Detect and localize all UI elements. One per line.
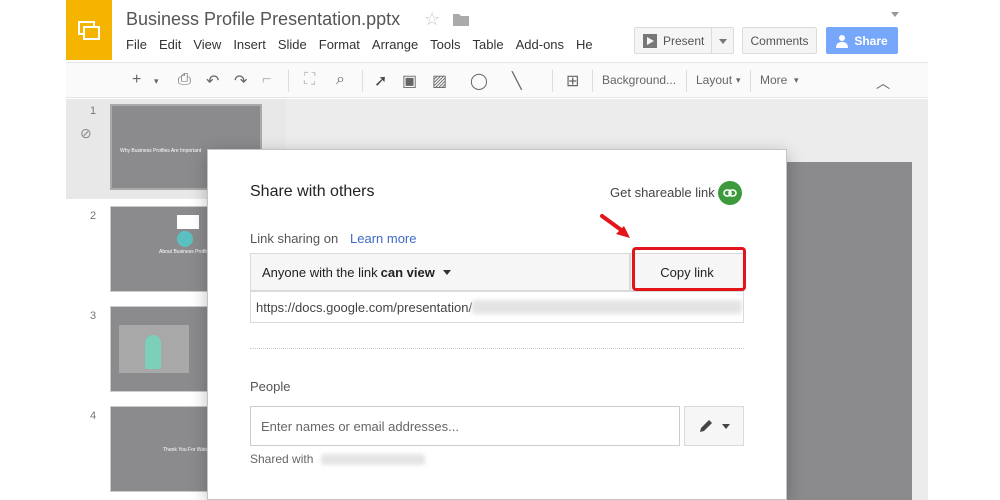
line-icon[interactable]: ╲ — [512, 71, 522, 91]
slides-logo-icon[interactable] — [66, 0, 112, 60]
red-arrow-icon — [600, 214, 630, 238]
people-input[interactable]: Enter names or email addresses... — [250, 406, 680, 446]
menu-slide[interactable]: Slide — [278, 37, 307, 52]
people-label: People — [250, 379, 291, 394]
slide-number: 4 — [90, 410, 97, 422]
undo-icon[interactable]: ↶ — [206, 71, 219, 91]
toolbar-divider — [750, 70, 751, 92]
shape-icon[interactable]: ◯ — [470, 71, 488, 91]
slide-link-icon: ⊘ — [80, 125, 92, 141]
add-comment-icon[interactable]: ⊞ — [566, 71, 579, 91]
slide-thumbnail-logo — [177, 215, 199, 229]
learn-more-link[interactable]: Learn more — [350, 231, 416, 246]
menu-help[interactable]: He — [576, 37, 593, 52]
menu-view[interactable]: View — [193, 37, 221, 52]
layout-chevron-down-icon[interactable]: ▾ — [736, 75, 741, 86]
present-button[interactable]: Present — [634, 27, 734, 54]
get-shareable-link-button[interactable]: Get shareable link — [610, 185, 715, 200]
chevron-down-icon — [442, 269, 451, 275]
link-icon[interactable] — [718, 181, 742, 205]
new-slide-chevron-down-icon[interactable]: ▾ — [154, 76, 159, 87]
screenshot-frame: Business Profile Presentation.pptx ☆ Fil… — [0, 0, 1000, 500]
new-slide-plus-icon[interactable]: + — [132, 71, 141, 89]
toolbar-divider — [362, 70, 363, 92]
menu-table[interactable]: Table — [473, 37, 504, 52]
print-icon[interactable]: ⎙ — [178, 71, 191, 89]
share-url-text: https://docs.google.com/presentation/ — [256, 299, 473, 315]
present-options-chevron-down-icon[interactable] — [719, 39, 727, 44]
share-dialog: Share with others Get shareable link Lin… — [207, 149, 787, 500]
menu-insert[interactable]: Insert — [233, 37, 266, 52]
present-label: Present — [663, 33, 705, 48]
access-prefix: Anyone with the link — [262, 264, 378, 280]
slide-thumbnail-badge — [177, 231, 193, 247]
collapse-toolbar-chevron-up-icon[interactable]: ︿ — [876, 73, 890, 93]
slide-number: 2 — [90, 210, 97, 222]
slide-thumbnail-title: About Business Profile — [159, 249, 210, 255]
play-icon — [643, 33, 657, 48]
person-icon — [836, 34, 849, 48]
menu-add-ons[interactable]: Add-ons — [516, 37, 564, 52]
toolbar: + ▾ ⎙ ↶ ↷ ⌐ ⛶ ⌕ ➚ ▣ ▨ ◯ ╲ ⊞ Background..… — [66, 62, 928, 98]
menu-edit[interactable]: Edit — [159, 37, 181, 52]
document-title[interactable]: Business Profile Presentation.pptx — [126, 9, 400, 30]
layout-button[interactable]: Layout — [696, 73, 732, 87]
section-divider — [250, 348, 744, 349]
slide-number: 3 — [90, 310, 97, 322]
text-box-icon[interactable]: ▣ — [402, 71, 417, 91]
access-level: can view — [380, 264, 435, 280]
permission-dropdown[interactable] — [684, 406, 744, 446]
shared-with-label: Shared with — [250, 452, 314, 466]
menu-file[interactable]: File — [126, 37, 147, 52]
select-cursor-icon[interactable]: ➚ — [374, 71, 387, 91]
folder-icon[interactable] — [453, 13, 469, 31]
slide-thumbnail-title: Why Business Profiles Are Important — [120, 148, 202, 154]
shared-with-info: Shared with — [250, 452, 425, 466]
toolbar-divider — [592, 70, 593, 92]
menu-bar: File Edit View Insert Slide Format Arran… — [126, 37, 605, 52]
more-chevron-down-icon[interactable]: ▾ — [794, 75, 799, 86]
comments-button[interactable]: Comments — [742, 27, 817, 54]
link-sharing-label: Link sharing on — [250, 231, 339, 246]
toolbar-divider — [288, 70, 289, 92]
redacted-url-blur — [472, 300, 743, 314]
share-label: Share — [854, 33, 888, 48]
chevron-down-icon — [722, 423, 730, 429]
menu-format[interactable]: Format — [319, 37, 360, 52]
paint-format-icon[interactable]: ⌐ — [262, 71, 271, 89]
toolbar-divider — [552, 70, 553, 92]
link-access-dropdown[interactable]: Anyone with the link can view — [250, 253, 630, 291]
share-button[interactable]: Share — [826, 27, 898, 54]
share-url-field[interactable]: https://docs.google.com/presentation/ — [250, 291, 744, 323]
star-icon[interactable]: ☆ — [424, 9, 440, 30]
more-button[interactable]: More — [760, 73, 787, 87]
toolbar-divider — [686, 70, 687, 92]
copy-link-button[interactable]: Copy link — [630, 253, 744, 291]
zoom-fit-icon[interactable]: ⛶ — [304, 71, 315, 89]
redo-icon[interactable]: ↷ — [234, 71, 247, 91]
pencil-icon — [700, 420, 712, 432]
menu-tools[interactable]: Tools — [430, 37, 460, 52]
background-button[interactable]: Background... — [602, 73, 676, 87]
image-icon[interactable]: ▨ — [432, 71, 447, 91]
present-divider — [711, 28, 712, 53]
redacted-email-blur — [320, 454, 425, 466]
slide-thumbnail-person — [145, 335, 161, 369]
collapse-header-icon[interactable] — [891, 12, 899, 17]
slide-number: 1 — [90, 105, 97, 117]
zoom-icon[interactable]: ⌕ — [336, 71, 345, 89]
menu-arrange[interactable]: Arrange — [372, 37, 418, 52]
dialog-title: Share with others — [250, 183, 375, 200]
